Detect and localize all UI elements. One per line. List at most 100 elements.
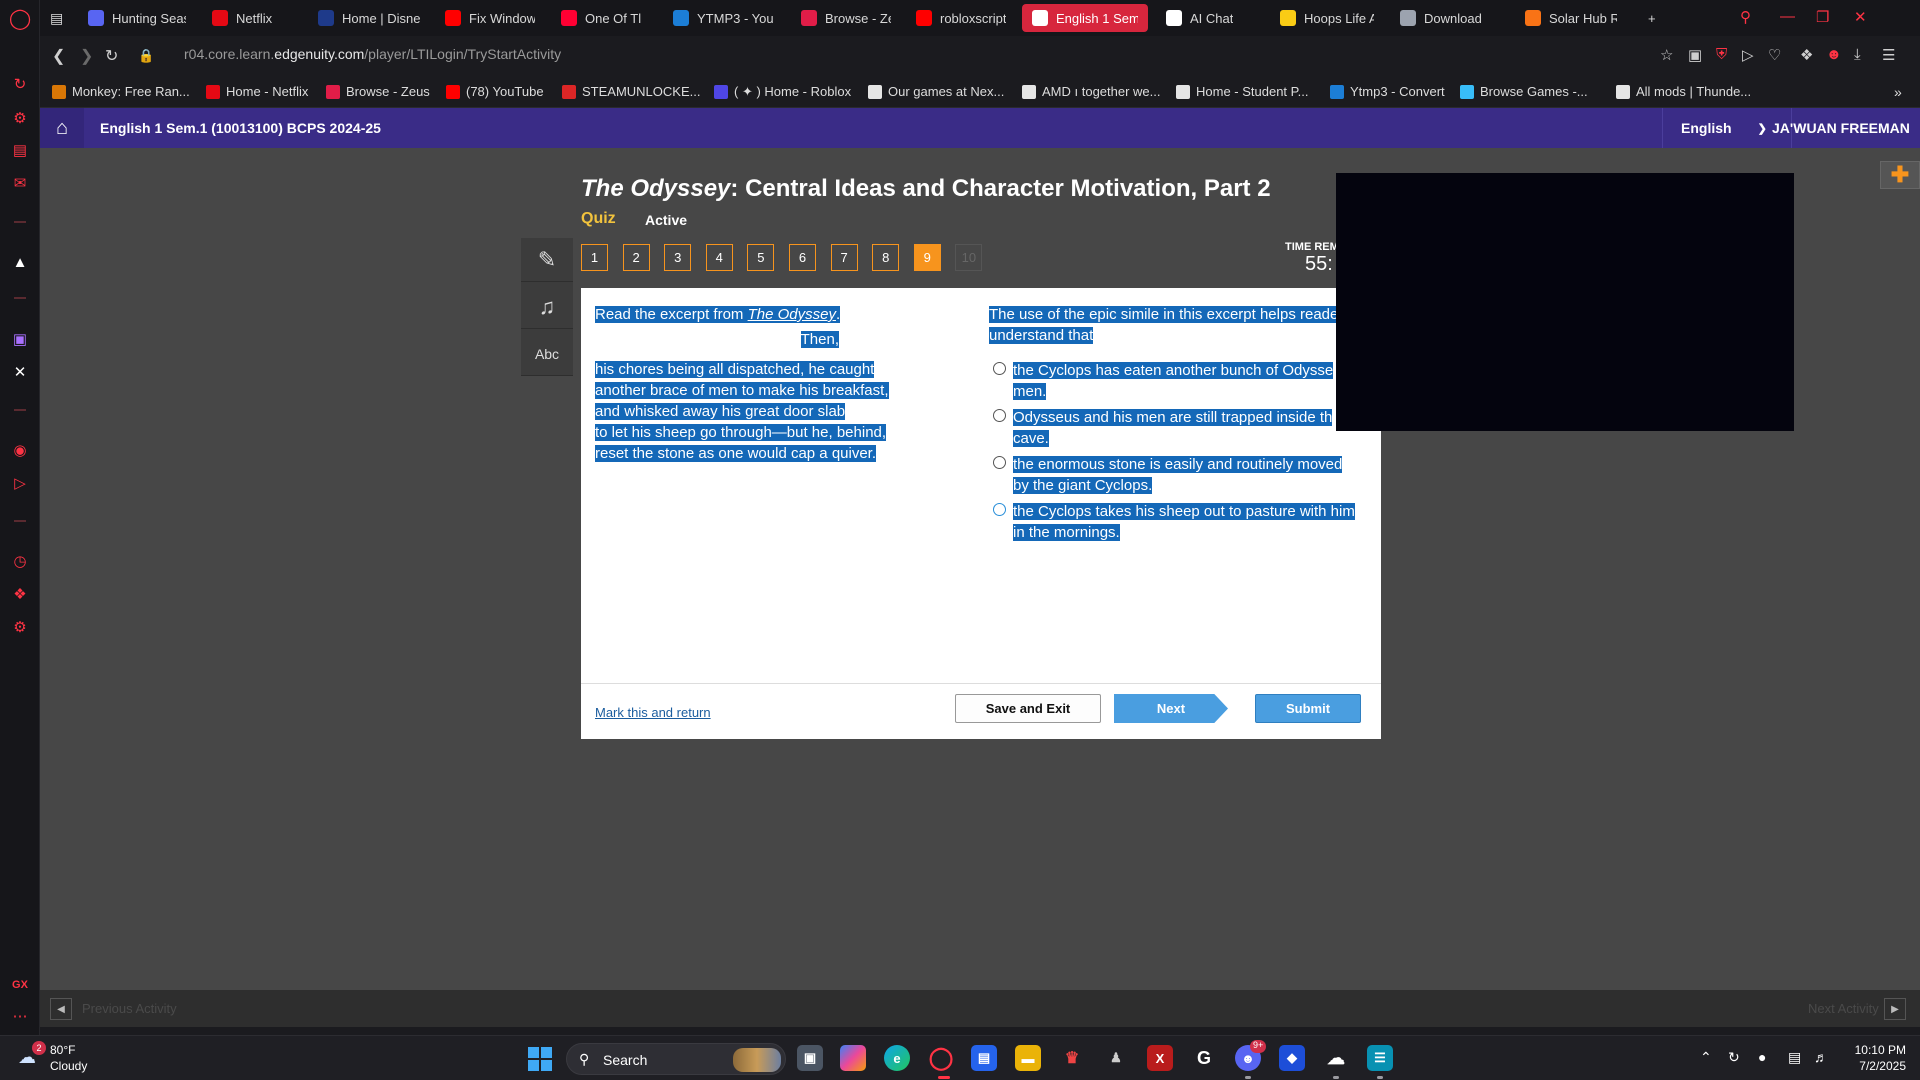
bookmark-item[interactable]: (78) YouTube — [446, 84, 544, 99]
cloud-app-icon[interactable]: ☁ — [1323, 1045, 1349, 1071]
snapshot-icon[interactable]: ▣ — [1688, 46, 1702, 64]
gmail-icon[interactable]: ✉ — [10, 173, 30, 193]
question-number-button[interactable]: 8 — [872, 244, 900, 271]
tab-item[interactable]: English 1 Sem.1 (1001310 — [1022, 4, 1148, 32]
bookmark-item[interactable]: Browse - Zeus — [326, 84, 430, 99]
x-twitter-icon[interactable]: ✕ — [10, 362, 30, 382]
bookmark-item[interactable]: Ytmp3 - Convert — [1330, 84, 1445, 99]
mark-and-return-link[interactable]: Mark this and return — [595, 705, 711, 720]
gamepad-icon[interactable]: ♟ — [1103, 1045, 1129, 1071]
answer-option[interactable]: the Cyclops takes his sheep out to pastu… — [989, 501, 1369, 543]
tab-item[interactable]: Download — [1390, 4, 1508, 32]
file-explorer-icon[interactable]: ▬ — [1015, 1045, 1041, 1071]
new-tab-icon[interactable]: + — [1638, 4, 1668, 32]
bookmark-item[interactable]: ( ✦ ) Home - Roblox — [714, 84, 851, 100]
adblock-icon[interactable]: ⛨ — [1716, 46, 1727, 63]
tab-item[interactable]: Browse - Zeu — [791, 4, 901, 32]
question-number-button[interactable]: 4 — [705, 244, 733, 271]
tab-item[interactable]: Netflix — [202, 4, 302, 32]
tab-item[interactable]: Home | Disne — [308, 4, 430, 32]
answer-option[interactable]: the Cyclops has eaten another bunch of O… — [989, 360, 1369, 402]
save-and-exit-button[interactable]: Save and Exit — [955, 694, 1101, 723]
forward-icon[interactable]: ❯ — [80, 46, 93, 66]
headphones-icon[interactable]: ♫ — [521, 285, 573, 329]
tab-item[interactable]: Fix Windows — [435, 4, 545, 32]
question-number-button[interactable]: 9 — [913, 244, 941, 271]
roblox-icon[interactable]: ◆ — [1279, 1045, 1305, 1071]
tab-workspaces[interactable]: ▤ — [40, 4, 72, 32]
bookmark-item[interactable]: STEAMUNLOCKE... — [562, 84, 700, 99]
question-number-button[interactable]: 2 — [622, 244, 650, 271]
settings-icon[interactable]: ⚙ — [10, 617, 30, 637]
dictionary-icon[interactable]: Abc — [521, 332, 573, 376]
twitch-icon[interactable]: ▣ — [10, 329, 30, 349]
edge-icon[interactable]: e — [884, 1045, 910, 1071]
back-icon[interactable]: ❮ — [52, 46, 65, 66]
speed-dial-icon[interactable]: ↻ — [10, 74, 30, 94]
maximize-icon[interactable]: ❐ — [1816, 8, 1829, 26]
volume-icon[interactable]: ♬ — [1814, 1049, 1828, 1065]
radio-button[interactable] — [993, 456, 1006, 469]
previous-activity-button[interactable]: ◀ — [50, 998, 72, 1020]
tab-item[interactable]: Hunting Seas — [78, 4, 196, 32]
extensions-icon[interactable]: ❖ — [10, 584, 30, 604]
network-icon[interactable]: ▤ — [1788, 1049, 1801, 1066]
bookmark-item[interactable]: AMD ı together we... — [1022, 84, 1161, 99]
ai-assistant-icon[interactable]: ⚙ — [10, 108, 30, 128]
answer-option[interactable]: Odysseus and his men are still trapped i… — [989, 407, 1369, 449]
store-icon[interactable]: ▤ — [971, 1045, 997, 1071]
sync-icon[interactable]: ↻ — [1728, 1049, 1740, 1066]
submit-button[interactable]: Submit — [1255, 694, 1361, 723]
epic-app-icon[interactable]: X — [1147, 1045, 1173, 1071]
taskbar-search[interactable]: ⚲ Search — [566, 1043, 786, 1075]
profile-icon[interactable]: ☻ — [1826, 46, 1842, 63]
opera-logo-icon[interactable]: ◯ — [9, 8, 31, 30]
weather-condition[interactable]: Cloudy — [50, 1059, 87, 1073]
game-app-icon[interactable]: ♛ — [1059, 1045, 1085, 1071]
home-icon[interactable]: ⌂ — [40, 108, 84, 148]
url-field[interactable]: r04.core.learn.edgenuity.com/player/LTIL… — [184, 46, 561, 62]
close-icon[interactable]: ✕ — [1854, 8, 1867, 26]
next-activity-button[interactable]: ▶ — [1884, 998, 1906, 1020]
question-number-button[interactable]: 6 — [789, 244, 816, 271]
microphone-icon[interactable]: ● — [1758, 1049, 1766, 1065]
lock-icon[interactable]: 🔒 — [138, 48, 154, 64]
minimize-icon[interactable]: — — [1780, 8, 1795, 25]
tab-item[interactable]: YTMP3 - You — [663, 4, 785, 32]
notepad-icon[interactable]: ☰ — [1367, 1045, 1393, 1071]
radio-button[interactable] — [993, 362, 1006, 375]
wallet-icon[interactable]: ▤ — [10, 140, 30, 160]
gx-logo-icon[interactable]: GX — [10, 975, 30, 995]
answer-option[interactable]: the enormous stone is easily and routine… — [989, 454, 1369, 496]
question-number-button[interactable]: 5 — [747, 244, 775, 271]
bookmark-item[interactable]: All mods | Thunde... — [1616, 84, 1751, 99]
more-options-icon[interactable]: ⋯ — [10, 1006, 30, 1026]
clock-time[interactable]: 10:10 PM — [1850, 1043, 1906, 1057]
tab-item[interactable]: One Of Tl — [551, 4, 657, 32]
player-icon[interactable]: ▷ — [10, 473, 30, 493]
show-hidden-icons-icon[interactable]: ⌃ — [1700, 1049, 1712, 1066]
music-player-icon[interactable]: ◉ — [10, 440, 30, 460]
download-icon[interactable]: ⤓ — [1854, 46, 1861, 63]
clock-date[interactable]: 7/2/2025 — [1850, 1059, 1906, 1073]
heart-icon[interactable]: ♡ — [1768, 46, 1781, 64]
copilot-icon[interactable] — [840, 1045, 866, 1071]
menu-icon[interactable]: ☰ — [1882, 46, 1895, 64]
aria-icon[interactable]: ▲ — [10, 252, 30, 272]
bookmark-item[interactable]: Home - Student P... — [1176, 84, 1309, 99]
tab-item[interactable]: Hoops Life Al — [1270, 4, 1384, 32]
weather-temp[interactable]: 80°F — [50, 1043, 75, 1057]
question-number-button[interactable]: 1 — [581, 244, 608, 271]
bookmark-item[interactable]: Browse Games -... — [1460, 84, 1588, 99]
task-view-icon[interactable]: ▣ — [797, 1045, 823, 1071]
plus-icon[interactable]: ✚ — [1880, 161, 1920, 189]
pencil-icon[interactable]: ✎ — [521, 238, 573, 282]
radio-button[interactable] — [993, 503, 1006, 516]
history-icon[interactable]: ◷ — [10, 551, 30, 571]
question-number-button[interactable]: 7 — [830, 244, 858, 271]
bookmark-icon[interactable]: ☆ — [1660, 46, 1673, 64]
more-bookmarks-icon[interactable]: » — [1894, 84, 1902, 100]
tab-item[interactable]: robloxscripts — [906, 4, 1016, 32]
tab-search-icon[interactable]: ⚲ — [1740, 8, 1751, 26]
user-name[interactable]: JA'WUAN FREEMAN — [1772, 120, 1910, 136]
